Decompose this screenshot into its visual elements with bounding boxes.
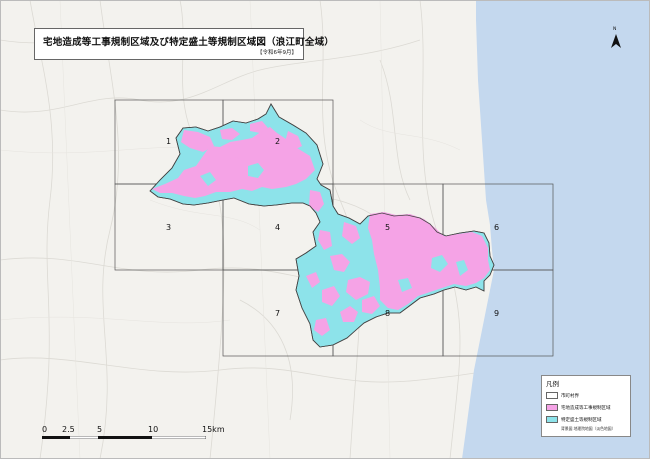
scale-label-15km: 15km <box>202 425 225 434</box>
grid-label-9: 9 <box>494 309 500 318</box>
map-legend: 凡例 市町村界 宅地造成等工事規制区域 特定盛土等規制区域 背景図 地理院地図（… <box>541 375 631 437</box>
legend-label-boundary: 市町村界 <box>561 394 579 399</box>
map-title: 宅地造成等工事規制区域及び特定盛土等規制区域図（浪江町全域） <box>43 37 335 48</box>
scale-label-5: 5 <box>97 425 103 434</box>
map-subtitle: 【令和6年9月】 <box>257 50 297 56</box>
grid-label-5: 5 <box>385 223 391 232</box>
grid-label-1: 1 <box>166 137 172 146</box>
scale-label-2-5: 2.5 <box>62 425 75 434</box>
title-box: 宅地造成等工事規制区域及び特定盛土等規制区域図（浪江町全域） 【令和6年9月】 <box>34 28 334 60</box>
grid-label-7: 7 <box>275 309 281 318</box>
scale-label-10: 10 <box>148 425 159 434</box>
north-arrow-icon <box>611 34 621 48</box>
legend-note: 背景図 地理院地図（淡色地図） <box>561 426 616 431</box>
scale-bar: 0 2.5 5 10 15km <box>42 425 225 441</box>
legend-swatch-tokutei <box>546 416 558 423</box>
grid-label-8: 8 <box>385 309 391 318</box>
legend-label-tokutei: 特定盛土等規制区域 <box>561 418 602 423</box>
scale-bar-graphic <box>42 436 206 439</box>
scale-label-0: 0 <box>42 425 48 434</box>
grid-label-2: 2 <box>275 137 281 146</box>
grid-label-6: 6 <box>494 223 500 232</box>
legend-swatch-boundary <box>546 392 558 399</box>
grid-label-4: 4 <box>275 223 281 232</box>
legend-title: 凡例 <box>546 380 559 388</box>
legend-label-takuchi: 宅地造成等工事規制区域 <box>561 406 611 411</box>
grid-label-3: 3 <box>166 223 172 232</box>
legend-swatch-takuchi <box>546 404 558 411</box>
